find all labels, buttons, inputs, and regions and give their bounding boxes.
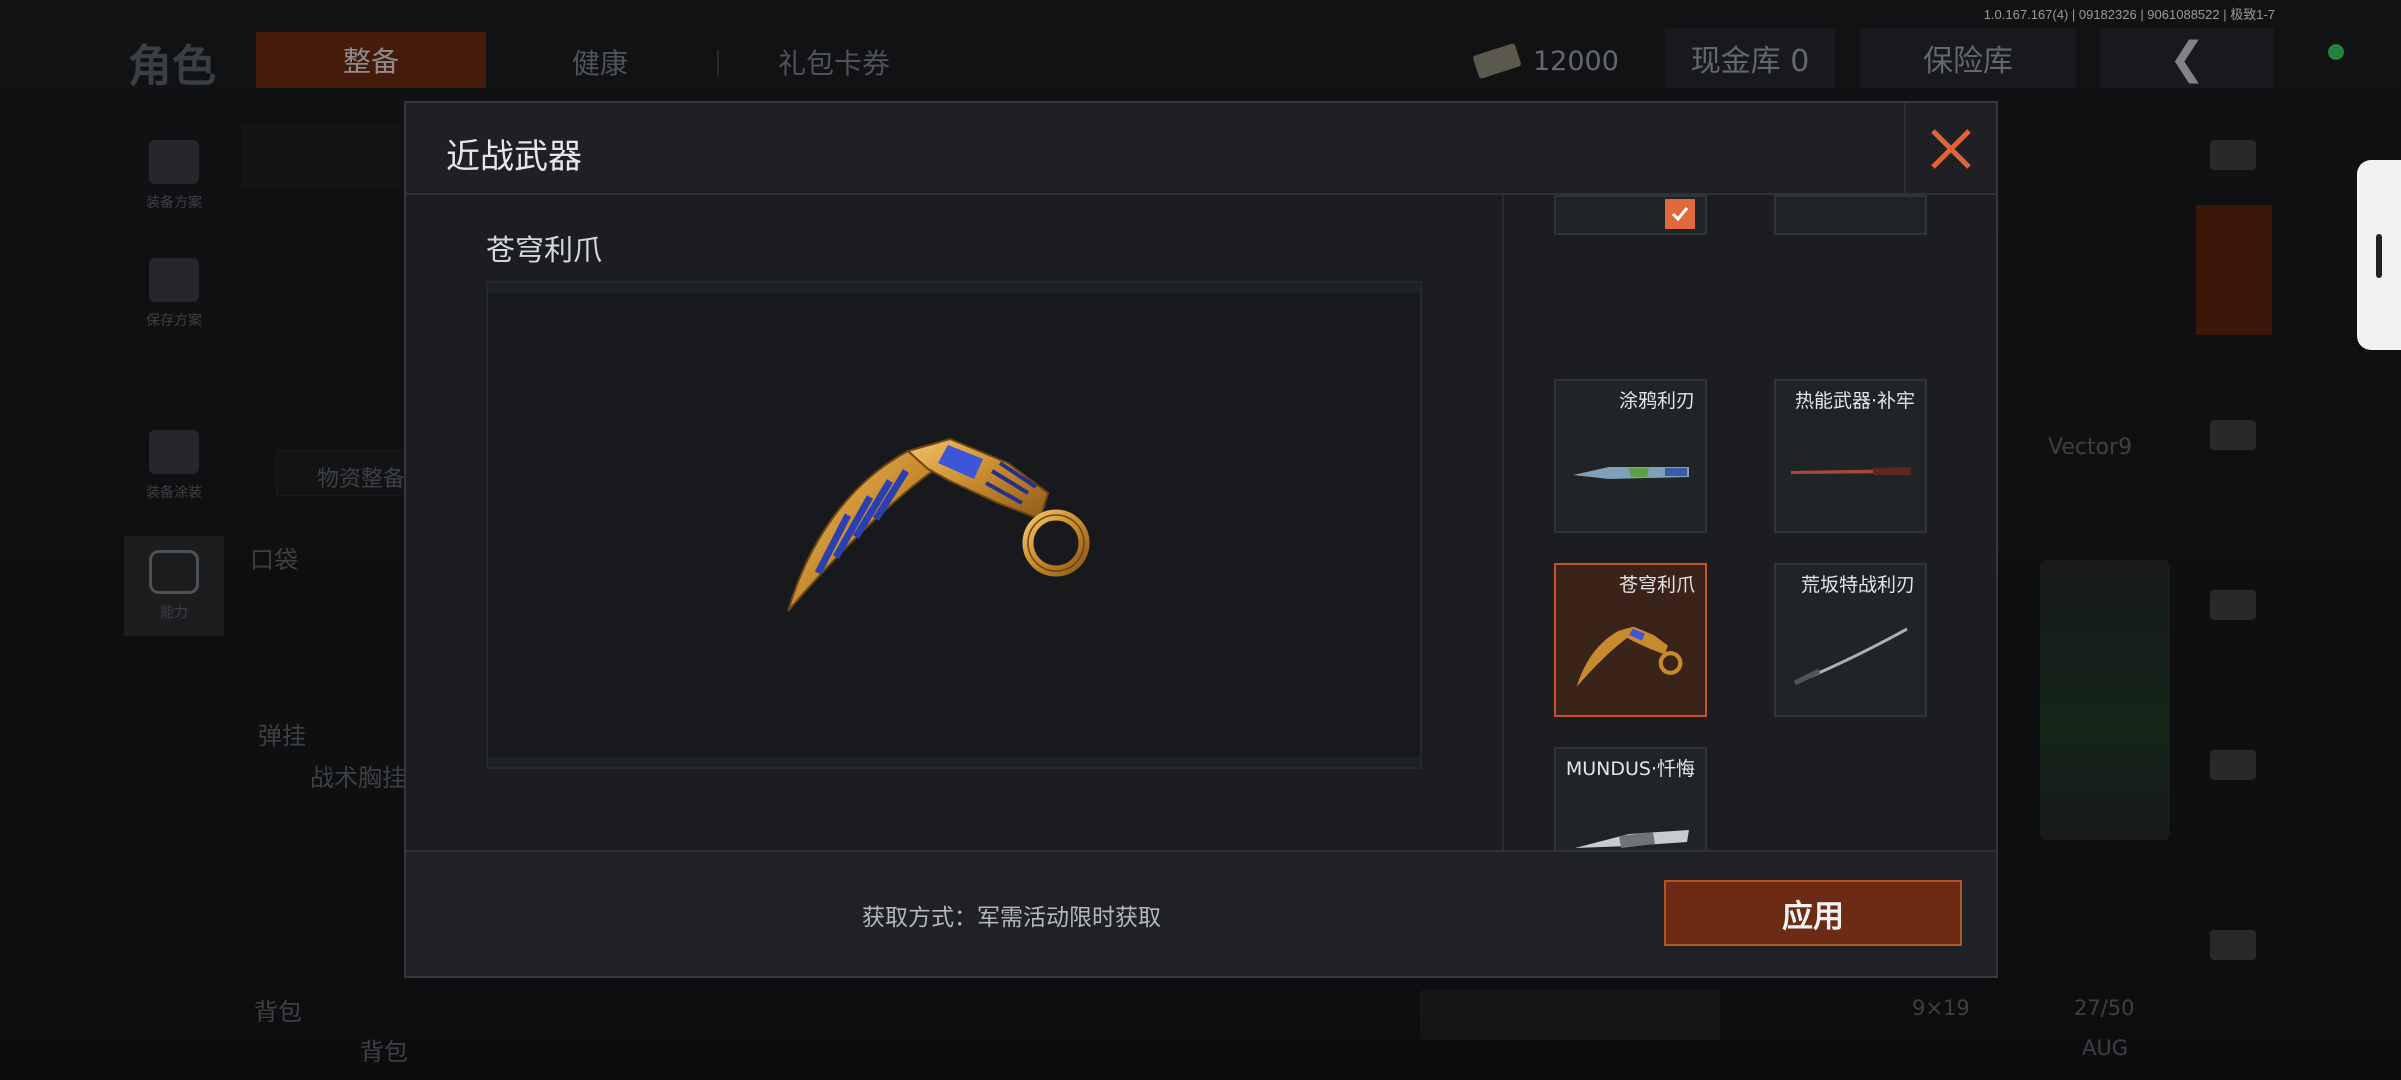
- dialog-footer: 获取方式：军需活动限时获取 应用: [406, 850, 1996, 976]
- item-grid: 涂鸦利刃 热能武器·补牢 苍穹利爪 荒坂特战利刃 MUNDUS·忏悔: [1502, 195, 1996, 949]
- checkmark-icon: [1665, 199, 1695, 229]
- karambit-gold-icon: [787, 437, 1090, 612]
- thermal-blade-icon: [1786, 437, 1915, 507]
- melee-weapon-dialog: 近战武器 苍穹利爪 涂鸦利刃 热能武器·补牢 苍穹利爪 荒坂特战利刃 MUNDU…: [404, 101, 1998, 978]
- item-card-graffiti-blade[interactable]: 涂鸦利刃: [1554, 379, 1707, 533]
- dialog-title: 近战武器: [446, 137, 582, 177]
- item-card-thermal-weapon[interactable]: 热能武器·补牢: [1774, 379, 1927, 533]
- karambit-gold-thumb-icon: [1566, 621, 1695, 691]
- katana-icon: [1786, 621, 1915, 691]
- dialog-header: 近战武器: [406, 103, 1996, 195]
- item-name: 涂鸦利刃: [1618, 390, 1695, 412]
- weapon-preview[interactable]: [486, 281, 1422, 769]
- acquire-method-text: 获取方式：军需活动限时获取: [862, 905, 1161, 931]
- preview-title: 苍穹利爪: [486, 233, 603, 267]
- close-button[interactable]: [1904, 103, 1996, 195]
- item-card-arasaka-blade[interactable]: 荒坂特战利刃: [1774, 563, 1927, 717]
- item-card-partial[interactable]: [1774, 195, 1927, 235]
- item-card-partial-equipped[interactable]: [1554, 195, 1707, 235]
- apply-button[interactable]: 应用: [1664, 880, 1962, 946]
- close-icon: [1931, 129, 1971, 169]
- item-name: 热能武器·补牢: [1794, 390, 1915, 412]
- side-drawer-handle[interactable]: [2357, 160, 2401, 350]
- item-name: 苍穹利爪: [1618, 574, 1695, 596]
- item-name: 荒坂特战利刃: [1800, 574, 1915, 596]
- graffiti-knife-icon: [1566, 437, 1695, 507]
- item-card-sky-talon[interactable]: 苍穹利爪: [1554, 563, 1707, 717]
- item-name: MUNDUS·忏悔: [1565, 758, 1695, 780]
